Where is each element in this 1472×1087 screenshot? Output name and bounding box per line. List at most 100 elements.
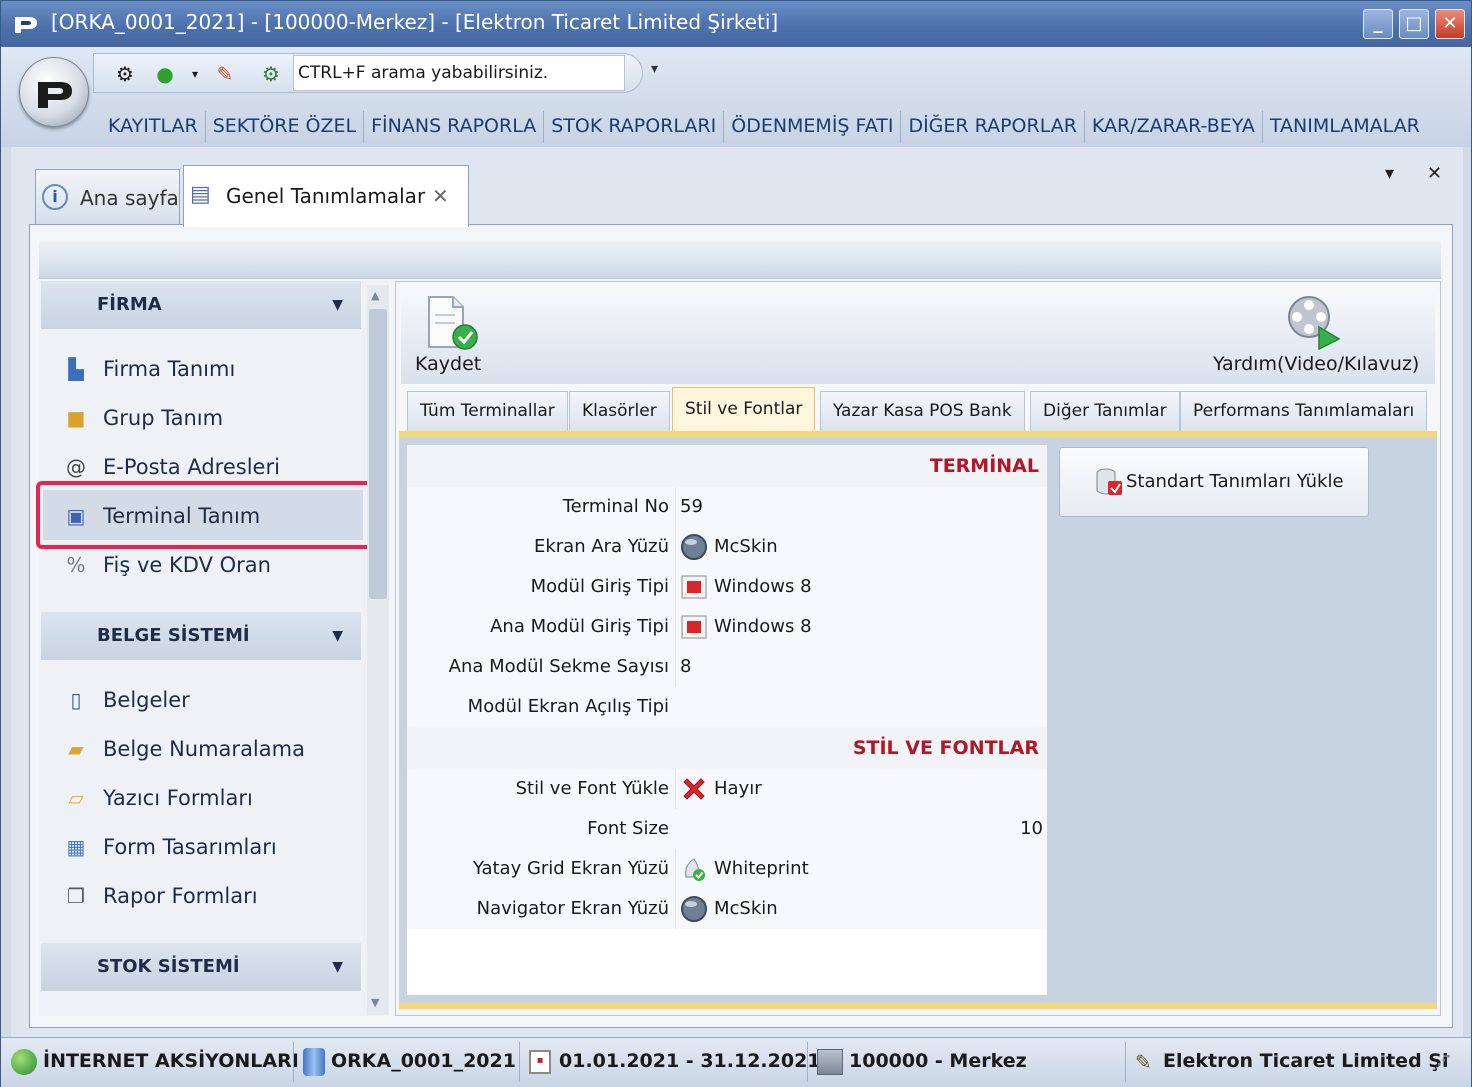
subtab-performans-tanimlamalari[interactable]: Performans Tanımlamaları: [1180, 391, 1428, 431]
menu-finans-raporlari[interactable]: FİNANS RAPORLA: [364, 111, 545, 143]
edit-document-icon: ✎: [1135, 1049, 1152, 1074]
collapse-arrow-icon[interactable]: ▼: [332, 612, 343, 660]
close-all-icon[interactable]: ✕: [1427, 163, 1442, 184]
group-header-stok-sistemi[interactable]: STOK SİSTEMİ ▼: [41, 943, 361, 991]
tools-icon[interactable]: ✎: [212, 61, 238, 87]
skin-icon: [680, 895, 708, 923]
green-status-icon[interactable]: ●: [152, 61, 178, 87]
nav-item-rapor-formlari[interactable]: ❐ Rapor Formları: [61, 876, 258, 916]
property-label: Navigator Ekran Yüzü: [476, 898, 669, 919]
nav-item-label: Fiş ve KDV Oran: [103, 553, 271, 577]
menu-odenmemis-faturalar[interactable]: ÖDENMEMİŞ FATI: [724, 111, 902, 143]
group-header-firma[interactable]: FİRMA ▼: [41, 281, 361, 329]
main-menu: KAYITLAR SEKTÖRE ÖZEL FİNANS RAPORLA STO…: [101, 111, 1427, 143]
status-label: 01.01.2021 - 31.12.2021: [559, 1050, 821, 1072]
property-value-cell[interactable]: McSkin: [675, 889, 1043, 929]
close-window-button[interactable]: ✕: [1435, 9, 1465, 39]
property-value-cell[interactable]: Hayır: [675, 769, 1043, 809]
nav-item-yazici-formlari[interactable]: ▱ Yazıcı Formları: [61, 778, 253, 818]
nav-item-belgeler[interactable]: ▯ Belgeler: [61, 680, 189, 720]
search-input[interactable]: CTRL+F arama yababilirsiniz.: [293, 55, 625, 91]
chevron-down-icon[interactable]: ▾: [182, 61, 208, 87]
tab-ana-sayfa[interactable]: i Ana sayfa: [35, 169, 180, 225]
menu-kar-zarar[interactable]: KAR/ZARAR-BEYA: [1085, 111, 1263, 143]
tab-label: Genel Tanımlamalar: [226, 184, 426, 208]
property-row-terminal-no[interactable]: Terminal No 59: [407, 487, 1047, 527]
app-logo-icon: [15, 17, 37, 33]
application-menu-button[interactable]: [19, 57, 89, 127]
status-branch: 100000 - Merkez: [817, 1038, 1027, 1086]
scroll-down-icon[interactable]: ▼: [371, 996, 379, 1009]
help-video-button[interactable]: Yardım(Video/Kılavuz): [1213, 293, 1423, 379]
property-row-ana-modul-giris-tipi[interactable]: Ana Modül Giriş Tipi Windows 8: [407, 607, 1047, 647]
section-title-stil-ve-fontlar: STİL VE FONTLAR: [407, 727, 1047, 769]
status-period: ▪ 01.01.2021 - 31.12.2021: [529, 1038, 821, 1086]
group-header-belge-sistemi[interactable]: BELGE SİSTEMİ ▼: [41, 612, 361, 660]
selection-highlight-box: [36, 481, 373, 549]
collapse-arrow-icon[interactable]: ▼: [332, 281, 343, 329]
property-value-cell[interactable]: Windows 8: [675, 567, 1043, 607]
property-row-modul-giris-tipi[interactable]: Modül Giriş Tipi Windows 8: [407, 567, 1047, 607]
status-label: ORKA_0001_2021: [331, 1050, 516, 1072]
window-icon: [680, 613, 708, 641]
property-row-stil-ve-font-yukle[interactable]: Stil ve Font Yükle Hayır: [407, 769, 1047, 809]
property-value[interactable]: 10: [675, 809, 1043, 849]
save-button[interactable]: Kaydet: [415, 293, 481, 375]
property-row-ekran-ara-yuzu[interactable]: Ekran Ara Yüzü McSkin: [407, 527, 1047, 567]
nav-item-label: Form Tasarımları: [103, 835, 277, 859]
tab-list-chevron-icon[interactable]: ▾: [1385, 163, 1394, 184]
settings-gears-icon[interactable]: ⚙: [112, 61, 138, 87]
qat-customize-icon[interactable]: ▾: [651, 61, 658, 77]
maximize-button[interactable]: □: [1399, 9, 1429, 39]
nav-item-form-tasarimlari[interactable]: ▦ Form Tasarımları: [61, 827, 277, 867]
section-title-terminal: TERMİNAL: [407, 445, 1047, 487]
menu-stok-raporlari[interactable]: STOK RAPORLARI: [544, 111, 725, 143]
nav-item-label: Belge Numaralama: [103, 737, 305, 761]
subtab-klasorler[interactable]: Klasörler: [569, 391, 670, 431]
nav-item-fis-ve-kdv-oran[interactable]: % Fiş ve KDV Oran: [61, 545, 271, 585]
info-icon: i: [42, 184, 68, 210]
menu-diger-raporlar[interactable]: DİĞER RAPORLAR: [901, 111, 1085, 143]
search-gear-icon[interactable]: ⚙: [258, 61, 284, 87]
scroll-up-icon[interactable]: ▲: [371, 289, 379, 302]
window-title: [ORKA_0001_2021] - [100000-Merkez] - [El…: [51, 10, 779, 34]
menu-tanimlamalar[interactable]: TANIMLAMALAR: [1263, 111, 1427, 143]
document-header-strip: [39, 241, 1441, 279]
nav-item-belge-numaralama[interactable]: ▰ Belge Numaralama: [61, 729, 305, 769]
status-internet-actions[interactable]: İNTERNET AKSİYONLARI: [11, 1038, 299, 1086]
menu-sektore-ozel[interactable]: SEKTÖRE ÖZEL: [206, 111, 365, 143]
subtab-diger-tanimlar[interactable]: Diğer Tanımlar: [1030, 391, 1180, 431]
close-tab-icon[interactable]: ✕: [432, 184, 449, 208]
property-row-navigator-ekran-yuzu[interactable]: Navigator Ekran Yüzü McSkin: [407, 889, 1047, 929]
tab-genel-tanimlamalar[interactable]: ▤ Genel Tanımlamalar ✕: [183, 165, 469, 227]
property-value[interactable]: 59: [675, 487, 1043, 527]
property-row-modul-ekran-acilis-tipi[interactable]: Modül Ekran Açılış Tipi: [407, 687, 1047, 727]
navigation-scrollbar[interactable]: ▲ ▼: [367, 285, 389, 1015]
group-title: STOK SİSTEMİ: [97, 956, 240, 977]
subtab-stil-ve-fontlar[interactable]: Stil ve Fontlar: [672, 387, 816, 431]
scrollbar-thumb[interactable]: [369, 309, 387, 599]
property-value-cell[interactable]: McSkin: [675, 527, 1043, 567]
property-row-yatay-grid-ekran-yuzu[interactable]: Yatay Grid Ekran Yüzü Whiteprint: [407, 849, 1047, 889]
save-label: Kaydet: [415, 353, 482, 375]
property-row-font-size[interactable]: Font Size 10: [407, 809, 1047, 849]
minimize-button[interactable]: _: [1363, 9, 1393, 39]
subtab-tum-terminallar[interactable]: Tüm Terminallar: [407, 391, 568, 431]
nav-item-label: Rapor Formları: [103, 884, 258, 908]
building-icon: [817, 1048, 843, 1075]
property-label: Ana Modül Giriş Tipi: [490, 616, 669, 637]
resize-grip-icon[interactable]: ⋰: [1437, 1038, 1451, 1086]
nav-item-firma-tanimi[interactable]: ▙ Firma Tanımı: [61, 349, 235, 389]
property-value[interactable]: 8: [675, 647, 1043, 687]
load-standard-definitions-button[interactable]: Standart Tanımları Yükle: [1059, 447, 1369, 517]
nav-item-grup-tanim[interactable]: ■ Grup Tanım: [61, 398, 224, 438]
subtab-yazar-kasa-pos-bank[interactable]: Yazar Kasa POS Bank: [820, 391, 1025, 431]
menu-kayitlar[interactable]: KAYITLAR: [101, 111, 206, 143]
form-grid-icon: ▦: [66, 835, 86, 859]
property-value-cell[interactable]: Windows 8: [675, 607, 1043, 647]
property-row-ana-modul-sekme-sayisi[interactable]: Ana Modül Sekme Sayısı 8: [407, 647, 1047, 687]
group-cubes-icon: ■: [66, 406, 86, 430]
collapse-arrow-icon[interactable]: ▼: [332, 943, 343, 991]
tab-label: Ana sayfa: [80, 186, 179, 210]
property-value-cell[interactable]: Whiteprint: [675, 849, 1043, 889]
